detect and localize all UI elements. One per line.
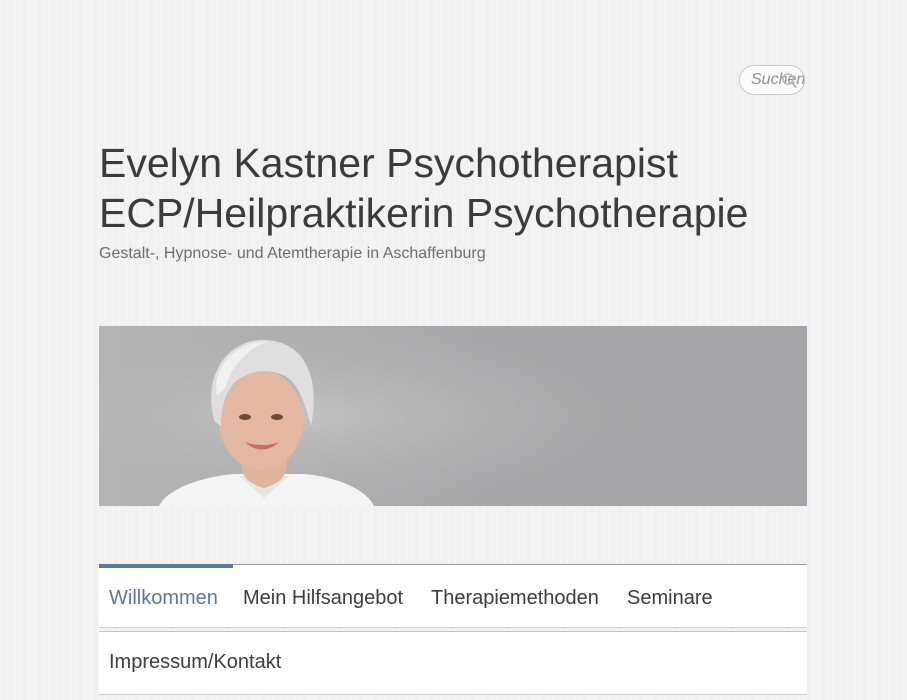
search-box[interactable] [739,65,805,95]
nav-item-therapiemethoden[interactable]: Therapiemethoden [431,587,599,610]
nav-row-2: Impressum/Kontakt [99,631,807,695]
header-portrait-image [99,326,807,506]
nav-item-willkommen[interactable]: Willkommen [109,587,218,610]
nav-item-seminare[interactable]: Seminare [627,587,713,610]
nav-item-impressum-kontakt[interactable]: Impressum/Kontakt [109,651,281,674]
site-tagline: Gestalt-, Hypnose- und Atemtherapie in A… [99,245,486,262]
site-title: Evelyn Kastner Psychotherapist ECP/Heilp… [99,138,819,238]
site-title-line-2: ECP/Heilpraktikerin Psychotherapie [99,190,749,236]
nav-row-1: Willkommen Mein Hilfsangebot Therapiemet… [99,564,807,628]
site-title-line-1: Evelyn Kastner Psychotherapist [99,140,678,186]
nav-item-mein-hilfsangebot[interactable]: Mein Hilfsangebot [243,587,403,610]
nav-active-indicator [99,564,233,568]
search-icon[interactable] [781,72,799,90]
main-navigation: Willkommen Mein Hilfsangebot Therapiemet… [99,564,807,695]
portrait-photo [99,326,807,506]
